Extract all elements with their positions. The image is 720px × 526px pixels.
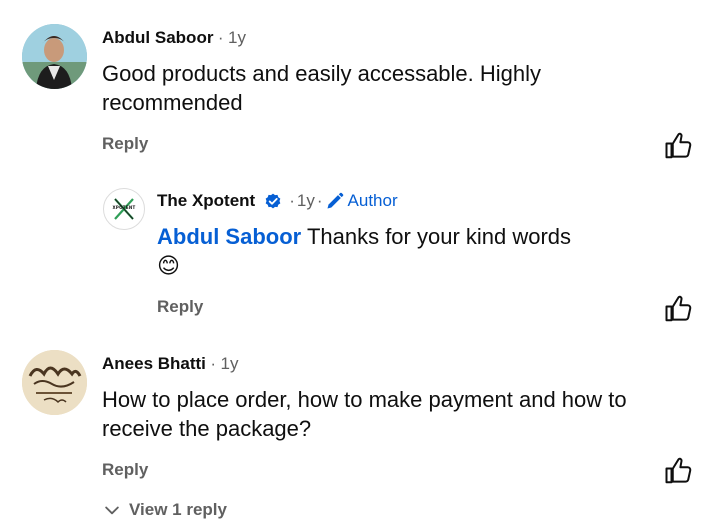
avatar[interactable]: XPOTENT — [103, 188, 145, 230]
comment-header: Anees Bhatti · 1y — [102, 354, 238, 374]
avatar[interactable] — [22, 24, 87, 89]
logo-text: XPOTENT — [112, 205, 136, 210]
reply-button[interactable]: Reply — [102, 134, 148, 154]
separator: · — [316, 191, 323, 210]
view-replies-label: View 1 reply — [129, 500, 227, 519]
reply-button[interactable]: Reply — [157, 297, 203, 317]
comment-age[interactable]: 1y — [221, 354, 239, 373]
comment-header: Abdul Saboor · 1y — [102, 28, 246, 48]
smile-emoji: 😊 — [157, 254, 180, 279]
comment-age[interactable]: 1y — [297, 191, 315, 211]
thumb-up-icon[interactable] — [664, 456, 694, 486]
avatar-image — [22, 24, 87, 89]
avatar-image — [22, 350, 87, 415]
comment-text: Good products and easily accessable. Hig… — [102, 61, 542, 115]
comment-message: Thanks for your kind words — [306, 224, 572, 249]
separator: · — [217, 28, 224, 47]
comment-text: Abdul Saboor Thanks for your kind words … — [157, 222, 617, 281]
verified-icon — [265, 193, 281, 209]
separator: · — [289, 191, 295, 210]
author-badge: Author — [347, 191, 398, 210]
comment-author[interactable]: Abdul Saboor — [102, 28, 213, 47]
thumb-up-icon[interactable] — [664, 131, 694, 161]
comment-author[interactable]: Anees Bhatti — [102, 354, 206, 373]
pencil-icon — [327, 192, 343, 209]
thumb-up-icon[interactable] — [664, 294, 694, 324]
reply-button[interactable]: Reply — [102, 460, 148, 480]
comment-author[interactable]: The Xpotent — [157, 191, 255, 211]
chevron-down-icon — [105, 506, 119, 515]
comment-age[interactable]: 1y — [228, 28, 246, 47]
separator: · — [210, 354, 217, 373]
comment-header: The Xpotent · 1y · Author — [157, 191, 398, 211]
avatar[interactable] — [22, 350, 87, 415]
mention-link[interactable]: Abdul Saboor — [157, 224, 301, 249]
comment-text: How to place order, how to make payment … — [102, 387, 627, 441]
view-replies-button[interactable]: View 1 reply — [102, 500, 227, 520]
